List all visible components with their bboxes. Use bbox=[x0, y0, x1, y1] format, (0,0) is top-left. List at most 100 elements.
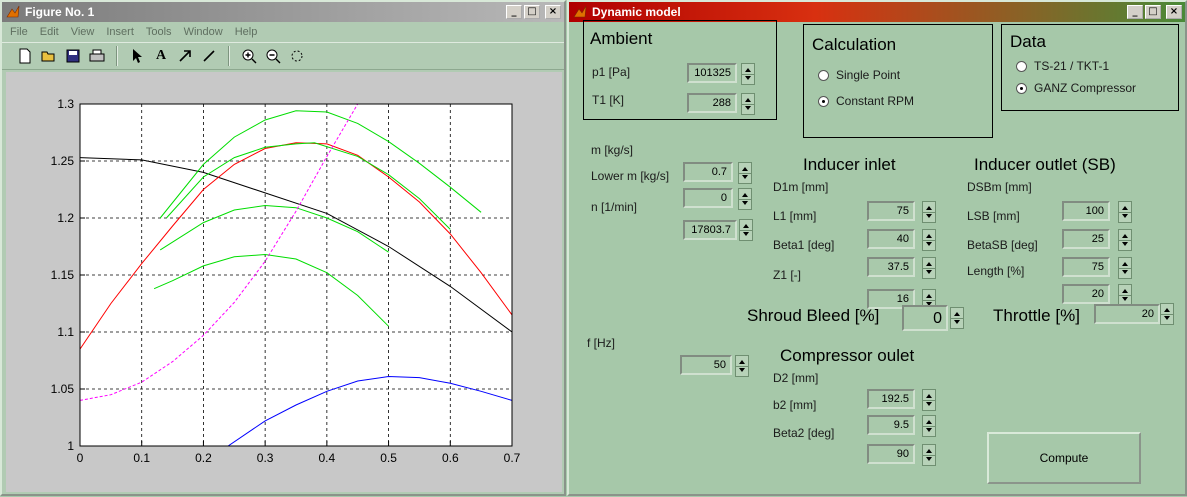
constant-rpm-label[interactable]: Constant RPM bbox=[836, 94, 914, 108]
menu-view[interactable]: View bbox=[71, 26, 95, 38]
d2-spinner[interactable] bbox=[922, 389, 936, 411]
ts21-radio[interactable] bbox=[1016, 61, 1027, 72]
y-tick-label: 1.15 bbox=[51, 268, 75, 282]
l1-field[interactable]: 40 bbox=[867, 229, 915, 249]
length-spinner[interactable] bbox=[1118, 284, 1132, 306]
lower-m-label: Lower m [kg/s] bbox=[591, 169, 670, 183]
x-tick-label: 0.4 bbox=[319, 451, 336, 465]
n-label: n [1/min] bbox=[591, 200, 638, 214]
menu-help[interactable]: Help bbox=[235, 26, 258, 38]
d1m-field[interactable]: 75 bbox=[867, 201, 915, 221]
single-point-label[interactable]: Single Point bbox=[836, 68, 900, 82]
n-spinner[interactable] bbox=[739, 219, 753, 241]
p1-spinner[interactable] bbox=[741, 63, 755, 85]
x-tick-label: 0.2 bbox=[195, 451, 212, 465]
zoom-out-icon[interactable] bbox=[264, 47, 282, 65]
toolbar-separator bbox=[228, 46, 230, 66]
length-label: Length [%] bbox=[967, 264, 1025, 278]
n-field[interactable]: 17803.7 bbox=[683, 220, 737, 240]
ganz-radio[interactable] bbox=[1016, 83, 1027, 94]
menu-insert[interactable]: Insert bbox=[106, 26, 134, 38]
beta1-field[interactable]: 37.5 bbox=[867, 257, 915, 277]
ambient-header: Ambient bbox=[590, 29, 653, 48]
new-file-icon[interactable] bbox=[16, 47, 34, 65]
insert-line-icon[interactable] bbox=[200, 47, 218, 65]
y-tick-label: 1.25 bbox=[51, 154, 75, 168]
p1-field[interactable]: 101325 bbox=[687, 63, 737, 83]
m-spinner[interactable] bbox=[738, 162, 752, 184]
maximize-icon[interactable]: □ bbox=[1145, 5, 1161, 19]
b2-spinner[interactable] bbox=[922, 415, 936, 437]
z1-label: Z1 [-] bbox=[773, 268, 802, 282]
t1-spinner[interactable] bbox=[741, 93, 755, 115]
throttle-field[interactable]: 20 bbox=[1094, 304, 1160, 324]
close-icon[interactable]: × bbox=[545, 5, 561, 19]
ganz-label[interactable]: GANZ Compressor bbox=[1034, 81, 1136, 95]
compute-button[interactable]: Compute bbox=[987, 432, 1141, 484]
data-header: Data bbox=[1010, 32, 1046, 51]
beta1-spinner[interactable] bbox=[922, 257, 936, 279]
close-icon[interactable]: × bbox=[1166, 5, 1182, 19]
lsb-field[interactable]: 25 bbox=[1062, 229, 1110, 249]
lsb-spinner[interactable] bbox=[1118, 229, 1132, 251]
x-tick-label: 0 bbox=[77, 451, 84, 465]
x-tick-label: 0.5 bbox=[380, 451, 397, 465]
b2-field[interactable]: 9.5 bbox=[867, 415, 915, 435]
calculation-header: Calculation bbox=[812, 35, 897, 54]
maximize-icon[interactable]: □ bbox=[524, 5, 540, 19]
length-field[interactable]: 20 bbox=[1062, 284, 1110, 304]
freq-field[interactable]: 50 bbox=[680, 355, 732, 375]
insert-arrow-icon[interactable] bbox=[176, 47, 194, 65]
beta2-label: Beta2 [deg] bbox=[773, 426, 835, 440]
freq-spinner[interactable] bbox=[735, 355, 749, 377]
x-tick-label: 0.7 bbox=[504, 451, 521, 465]
minimize-icon[interactable]: _ bbox=[506, 5, 522, 19]
menu-window[interactable]: Window bbox=[184, 26, 223, 38]
menu-tools[interactable]: Tools bbox=[146, 26, 172, 38]
constant-rpm-radio[interactable] bbox=[818, 96, 829, 107]
ambient-panel: Ambient p1 [Pa] 101325 T1 [K] 288 bbox=[583, 20, 777, 120]
insert-text-icon[interactable]: A bbox=[152, 47, 170, 65]
shroud-bleed-spinner[interactable] bbox=[950, 307, 964, 329]
ts21-label[interactable]: TS-21 / TKT-1 bbox=[1034, 59, 1109, 73]
menu-file[interactable]: File bbox=[10, 26, 28, 38]
d1m-spinner[interactable] bbox=[922, 201, 936, 223]
dsbm-field[interactable]: 100 bbox=[1062, 201, 1110, 221]
m-field[interactable]: 0.7 bbox=[683, 162, 733, 182]
minimize-icon[interactable]: _ bbox=[1127, 5, 1143, 19]
figure-titlebar: Figure No. 1 _ □ × bbox=[2, 2, 564, 22]
betasb-field[interactable]: 75 bbox=[1062, 257, 1110, 277]
throttle-label: Throttle [%] bbox=[993, 306, 1080, 325]
rotate-3d-icon[interactable] bbox=[288, 47, 306, 65]
open-folder-icon[interactable] bbox=[40, 47, 58, 65]
figure-window: Figure No. 1 _ □ × File Edit View Insert… bbox=[0, 0, 566, 496]
compressor-outlet-header: Compressor oulet bbox=[780, 346, 915, 365]
shroud-bleed-field[interactable]: 0 bbox=[902, 305, 948, 331]
d2-field[interactable]: 192.5 bbox=[867, 389, 915, 409]
matlab-logo-icon bbox=[573, 5, 587, 19]
d1m-label: D1m [mm] bbox=[773, 180, 829, 194]
chart: 0 0.1 0.2 0.3 0.4 0.5 0.6 0.7 1 1.05 1.1 1.15 1.2 1.2… bbox=[51, 97, 521, 465]
p1-label: p1 [Pa] bbox=[592, 65, 631, 79]
save-icon[interactable] bbox=[64, 47, 82, 65]
lower-m-spinner[interactable] bbox=[738, 188, 752, 210]
menu-edit[interactable]: Edit bbox=[40, 26, 59, 38]
throttle-spinner[interactable] bbox=[1160, 303, 1174, 325]
l1-spinner[interactable] bbox=[922, 229, 936, 251]
single-point-radio[interactable] bbox=[818, 70, 829, 81]
dsbm-spinner[interactable] bbox=[1118, 201, 1132, 223]
x-tick-label: 0.6 bbox=[442, 451, 459, 465]
t1-field[interactable]: 288 bbox=[687, 93, 737, 113]
beta2-field[interactable]: 90 bbox=[867, 444, 915, 464]
lower-m-field[interactable]: 0 bbox=[683, 188, 733, 208]
print-icon[interactable] bbox=[88, 47, 106, 65]
zoom-in-icon[interactable] bbox=[240, 47, 258, 65]
betasb-spinner[interactable] bbox=[1118, 257, 1132, 279]
figure-title: Figure No. 1 bbox=[25, 5, 95, 19]
figure-toolbar: A bbox=[2, 42, 564, 70]
x-tick-label: 0.3 bbox=[257, 451, 274, 465]
y-tick-label: 1.3 bbox=[57, 97, 74, 111]
select-arrow-icon[interactable] bbox=[128, 47, 146, 65]
matlab-logo-icon bbox=[6, 5, 20, 19]
beta2-spinner[interactable] bbox=[922, 444, 936, 466]
